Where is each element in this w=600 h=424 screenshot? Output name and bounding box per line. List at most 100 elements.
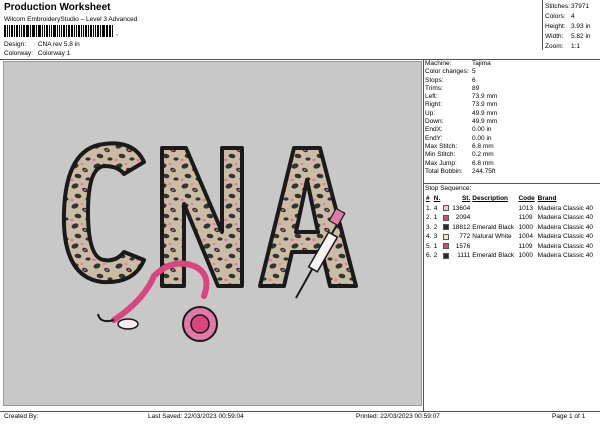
col-header: [442, 194, 450, 204]
panel-divider: [423, 59, 424, 411]
stop-cell-num: 5.: [426, 242, 432, 250]
info-row: EndY: 0.00 in: [425, 135, 497, 143]
stop-row: 2. 1 2094 1109 Madeira Classic 40: [425, 213, 597, 223]
machine-info: Machine: Tajima Color changes: 5 Stops: 6 Trim…: [425, 60, 497, 176]
info-row: Machine: Tajima: [425, 60, 497, 68]
barcode: [4, 25, 114, 37]
stop-cell-code: 1004: [518, 233, 533, 241]
color-swatch-cell: [442, 232, 450, 242]
stop-cell-brand: Madeira Classic 40: [537, 223, 593, 231]
stat-value: 37971: [571, 3, 590, 10]
info-row: Down: 49.9 mm: [425, 118, 497, 126]
info-row: Color changes: 5: [425, 68, 497, 76]
stat-label: Colors:: [545, 13, 566, 20]
info-label: Right:: [425, 101, 442, 109]
stop-cell-num: 4.: [426, 233, 432, 241]
info-row: EndX: 0.00 in: [425, 126, 497, 134]
stop-cell-num: 6.: [426, 252, 432, 260]
stop-cell-st: 13604: [452, 204, 471, 212]
color-swatch-cell: [442, 251, 450, 261]
info-value: 49.9 mm: [472, 118, 498, 126]
header-divider: [0, 59, 600, 60]
info-value: Tajima: [472, 60, 491, 67]
stop-cell-desc: [471, 242, 517, 252]
info-value: 73.9 mm: [472, 101, 498, 109]
stat-value: 5.82 in: [571, 33, 591, 40]
info-row: Max Stitch: 6.8 mm: [425, 143, 497, 151]
info-label: Up:: [425, 109, 436, 117]
stop-cell-code: 1109: [518, 242, 533, 250]
stop-cell-n: 1: [433, 242, 438, 250]
info-value: 0.2 mm: [472, 151, 494, 159]
stop-cell-num: 1.: [426, 204, 432, 212]
embroidery-design: [61, 141, 358, 342]
info-row: Right: 73.9 mm: [425, 101, 497, 109]
stat-row: Zoom: 1:1: [545, 42, 591, 52]
info-value: 49.9 mm: [472, 109, 498, 117]
info-row: Max Jump: 6.8 mm: [425, 160, 497, 168]
info-value: 6.8 mm: [472, 159, 494, 167]
stat-label: Zoom:: [545, 43, 564, 50]
stop-cell-code: 1000: [518, 223, 533, 231]
info-value: 89: [472, 84, 480, 92]
info-label: Left:: [425, 93, 438, 101]
barcode-mark: ,: [116, 30, 118, 37]
info-value: 0.00 in: [472, 134, 492, 142]
stop-cell-brand: Madeira Classic 40: [537, 233, 593, 241]
stat-row: Colors: 4: [545, 12, 591, 22]
stop-cell-desc: [471, 213, 517, 223]
stop-row: 6. 2 1111 Emerald Black 1000 Madeira Classic …: [425, 251, 597, 261]
col-header: #: [426, 195, 430, 203]
colorway-value: Colorway 1: [37, 50, 71, 57]
color-swatch-cell: [442, 242, 450, 252]
stop-cell-st: 1111: [457, 252, 471, 260]
info-label: Total Bobbin:: [425, 167, 463, 175]
footer-divider: [0, 411, 600, 412]
info-label: Stops:: [425, 76, 444, 84]
col-header: Brand: [537, 195, 557, 203]
stop-cell-n: 1: [433, 214, 438, 222]
stats-panel: Stitches: 37971 Colors: 4 Height: 3.93 in W…: [545, 2, 591, 52]
stop-cell-st: 18812: [452, 223, 471, 231]
stop-row: 1. 4 13604 1013 Madeira Classic 40: [425, 204, 597, 214]
stat-row: Width: 5.82 in: [545, 32, 591, 42]
color-swatch-cell: [442, 204, 450, 214]
color-swatch-cell: [442, 213, 450, 223]
info-row: Trims: 89: [425, 85, 497, 93]
design-value: CNA rev 5,8 in: [37, 41, 80, 48]
stat-label: Width:: [545, 33, 564, 40]
stop-cell-num: 2.: [426, 214, 432, 222]
page-title: Production Worksheet: [4, 2, 111, 13]
stop-cell-desc: Natural White: [472, 233, 512, 241]
stop-cell-brand: Madeira Classic 40: [537, 252, 593, 260]
stop-row: 5. 1 1576 1109 Madeira Classic 40: [425, 242, 597, 252]
color-swatch: [442, 252, 449, 259]
stop-cell-desc: Emerald Black: [472, 223, 515, 231]
stat-value: 4: [571, 13, 575, 20]
stat-value: 3.93 in: [571, 23, 591, 30]
col-header: N.: [433, 195, 441, 203]
stat-row: Height: 3.93 in: [545, 22, 591, 32]
info-value: 6.8 mm: [472, 142, 494, 150]
design-row: Design: CNA rev 5,8 in: [4, 41, 80, 48]
info-value: 0.00 in: [472, 126, 492, 134]
color-swatch: [442, 224, 449, 231]
stop-cell-st: 1576: [455, 242, 471, 250]
printed-date: Printed: 22/03/2023 00:59:07: [356, 413, 440, 420]
stop-sequence-title: Stop Sequence:: [425, 185, 472, 192]
info-row: Up: 49.9 mm: [425, 110, 497, 118]
info-row: Stops: 6: [425, 77, 497, 85]
stop-cell-code: 1000: [518, 252, 533, 260]
stop-cell-code: 1109: [518, 214, 533, 222]
letter-c: [61, 141, 146, 285]
stop-cell-desc: [471, 204, 517, 214]
info-divider: [423, 183, 600, 184]
software-subtitle: Wilcom EmbroideryStudio – Level 3 Advanc…: [4, 16, 138, 23]
stop-cell-n: 4: [433, 204, 438, 212]
colorway-label: Colorway:: [4, 50, 33, 57]
color-swatch: [442, 233, 449, 240]
col-header: Code: [518, 195, 535, 203]
info-label: EndX:: [425, 126, 443, 134]
stop-cell-brand: Madeira Classic 40: [537, 242, 593, 250]
stat-value: 1:1: [571, 43, 581, 50]
